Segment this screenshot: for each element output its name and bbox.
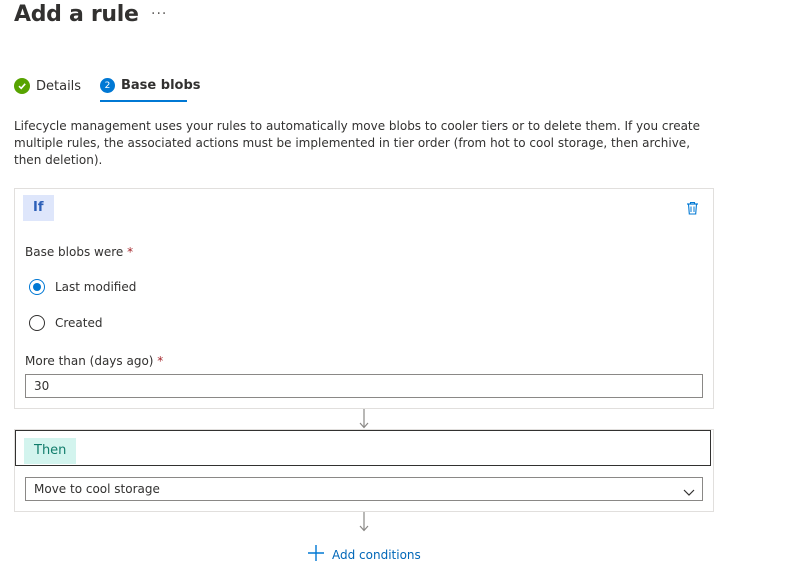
days-ago-label: More than (days ago) * bbox=[25, 354, 163, 368]
plus-icon bbox=[307, 544, 325, 566]
tab-details[interactable]: Details bbox=[14, 78, 81, 94]
down-arrow-icon bbox=[357, 512, 371, 536]
radio-selected-icon bbox=[29, 279, 45, 295]
radio-created[interactable]: Created bbox=[29, 315, 103, 331]
then-action-card: Then Move to cool storage bbox=[14, 429, 714, 512]
step-number-badge: 2 bbox=[100, 78, 115, 93]
radio-unselected-icon bbox=[29, 315, 45, 331]
required-mark: * bbox=[157, 354, 164, 368]
then-label: Then bbox=[24, 438, 77, 464]
check-circle-icon bbox=[14, 78, 30, 94]
add-conditions-button[interactable]: Add conditions bbox=[307, 544, 421, 566]
base-blobs-label-text: Base blobs were bbox=[25, 245, 124, 259]
active-tab-indicator bbox=[100, 100, 187, 102]
trash-icon[interactable] bbox=[686, 201, 699, 219]
action-dropdown-value: Move to cool storage bbox=[34, 482, 160, 496]
tab-base-blobs-label: Base blobs bbox=[121, 78, 201, 93]
chevron-down-icon bbox=[683, 483, 695, 505]
then-header: Then bbox=[15, 430, 711, 466]
days-ago-label-text: More than (days ago) bbox=[25, 354, 154, 368]
radio-last-modified[interactable]: Last modified bbox=[29, 279, 136, 295]
description-text: Lifecycle management uses your rules to … bbox=[14, 119, 701, 167]
radio-last-modified-label: Last modified bbox=[55, 280, 137, 294]
radio-created-label: Created bbox=[55, 316, 103, 330]
if-label: If bbox=[23, 195, 54, 221]
tab-details-label: Details bbox=[36, 78, 82, 94]
base-blobs-label: Base blobs were * bbox=[25, 245, 133, 259]
required-mark: * bbox=[127, 245, 134, 259]
more-options-button[interactable]: ··· bbox=[151, 6, 167, 22]
if-condition-card: If Base blobs were * Last modified Creat… bbox=[14, 188, 714, 409]
days-ago-input[interactable]: 30 bbox=[25, 374, 703, 398]
tab-base-blobs[interactable]: 2 Base blobs bbox=[100, 78, 201, 93]
page-title: Add a rule bbox=[14, 2, 139, 27]
action-dropdown[interactable]: Move to cool storage bbox=[25, 477, 703, 501]
add-conditions-label: Add conditions bbox=[332, 548, 421, 562]
